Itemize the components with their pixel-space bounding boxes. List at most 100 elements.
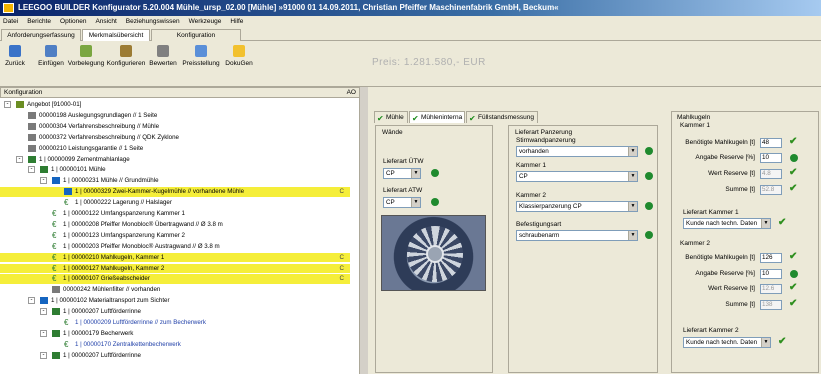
doc-icon [52, 286, 60, 294]
kammer2-panzerung-select[interactable]: Klassierpanzerung CP ▼ [516, 201, 638, 212]
tree-row[interactable]: - 1 | 00000099 Zementmahlanlage [0, 155, 350, 165]
menu-werkzeuge[interactable]: Werkzeuge [189, 16, 222, 28]
tab-muehle[interactable]: ✔ Mühle [374, 111, 408, 123]
euro-icon: € [52, 241, 57, 251]
tab-fuellstandsmessung[interactable]: ✔ Füllstandsmessung [466, 111, 538, 123]
menu-ansicht[interactable]: Ansicht [95, 16, 116, 28]
docgen-button[interactable]: DokuGen [216, 45, 262, 67]
status-icon [645, 172, 653, 180]
offer-icon [16, 101, 24, 108]
tree-row-label: 1 | 00000207 Luftförderrinne [63, 351, 141, 359]
euro-icon: € [52, 263, 57, 273]
lieferart-atw-select[interactable]: CP ▼ [383, 197, 421, 208]
collapse-toggle[interactable]: - [40, 308, 47, 316]
kammer1-panzerung-select[interactable]: CP ▼ [516, 171, 638, 182]
tree-row[interactable]: €1 | 00000209 Luftförderrinne // zum Bec… [0, 318, 350, 328]
check-icon: ✔ [789, 282, 798, 293]
tree-row[interactable]: €1 | 00000127 Mahlkugeln, Kammer 2 C [0, 263, 350, 273]
k2-reserve-input[interactable]: 10 [760, 269, 782, 279]
tree-row[interactable]: 00000242 Mühlenfilter // vorhanden [0, 285, 350, 295]
collapse-toggle[interactable]: - [28, 166, 35, 174]
kammer1-panzerung-label: Kammer 1 [516, 162, 546, 169]
tree-row-label: 1 | 00000207 Luftförderrinne [63, 308, 141, 316]
tree-row[interactable]: €1 | 00000107 Grießeabscheider C [0, 274, 350, 284]
euro-icon: € [64, 339, 69, 349]
toolbar: Zurück Einfügen Vorbelegung Konfiguriere… [0, 41, 821, 87]
lieferart-k2-select[interactable]: Kunde nach techn. Daten ▼ [683, 337, 771, 348]
menu-optionen[interactable]: Optionen [60, 16, 86, 28]
k1-reserve-input[interactable]: 10 [760, 153, 782, 163]
tree-row[interactable]: 1 | 00000329 Zwei-Kammer-Kugelmühle // v… [0, 187, 350, 197]
stirnwand-select[interactable]: vorhanden ▼ [516, 146, 638, 157]
k1-benoetigte-input[interactable]: 48 [760, 138, 782, 148]
tree-row[interactable]: €1 | 00000208 Pfeiffer Monobloc® Übertra… [0, 220, 350, 230]
title-bar: LEEGOO BUILDER Konfigurator 5.20.004 Müh… [0, 0, 821, 16]
befestigungsart-select[interactable]: schraubenarm ▼ [516, 230, 638, 241]
tree-row-label: 1 | 00000329 Zwei-Kammer-Kugelmühle // v… [75, 188, 245, 196]
tree-row[interactable]: - 1 | 00000101 Mühle [0, 165, 350, 175]
check-icon: ✔ [469, 114, 476, 123]
lieferart-k1-select[interactable]: Kunde nach techn. Daten ▼ [683, 218, 771, 229]
k2-wert-label: Wert Reserve [t] [708, 285, 755, 292]
check-icon: ✔ [412, 114, 419, 123]
collapse-toggle[interactable]: - [40, 351, 47, 359]
k2-summe-field: 138 [760, 300, 782, 310]
tree-row[interactable]: - Angebot [91000-01] [0, 100, 350, 110]
check-icon: ✔ [778, 336, 787, 347]
collapse-toggle[interactable]: - [4, 101, 11, 108]
tree-row[interactable]: 00000198 Auslegungsgrundlagen // 1 Seite [0, 111, 350, 121]
euro-icon: € [52, 230, 57, 240]
window-title: LEEGOO BUILDER Konfigurator 5.20.004 Müh… [18, 3, 559, 12]
lieferart-utw-select[interactable]: CP ▼ [383, 168, 421, 179]
k2-benoetigte-label: Benötigte Mahlkugeln [t] [685, 254, 755, 261]
tree-row[interactable]: €1 | 00000170 Zentralkettenbecherwerk [0, 340, 350, 350]
tree-row[interactable]: - 1 | 00000207 Luftförderrinne [0, 307, 350, 317]
configuration-tree[interactable]: - Angebot [91000-01] 00000198 Auslegungsgr… [0, 98, 360, 374]
tree-row[interactable]: €1 | 00000222 Lagerung // Halslager [0, 198, 350, 208]
tree-row[interactable]: €1 | 00000210 Mahlkugeln, Kammer 1 C [0, 252, 350, 263]
tree-row[interactable]: - 1 | 00000231 Mühle // Grundmühle [0, 176, 350, 186]
tree-row[interactable]: - 1 | 00000102 Materialtransport zum Sich… [0, 296, 350, 306]
chevron-down-icon: ▼ [761, 219, 770, 228]
tree-row[interactable]: 00000210 Leistungsgarantie // 1 Seite [0, 144, 350, 154]
k1-wert-field: 4.8 [760, 169, 782, 179]
stirnwand-label: Stirnwandpanzerung [516, 137, 576, 144]
tree-row[interactable]: - 1 | 00000179 Becherwerk [0, 329, 350, 339]
tree-row[interactable]: €1 | 00000122 Umfangspanzerung Kammer 1 [0, 209, 350, 219]
tree-row[interactable]: €1 | 00000123 Umfangspanzerung Kammer 2 [0, 231, 350, 241]
euro-icon: € [52, 252, 57, 262]
k2-benoetigte-input[interactable]: 126 [760, 253, 782, 263]
k2-reserve-label: Angabe Reserve [%] [695, 270, 755, 277]
status-icon [790, 270, 798, 278]
collapse-toggle[interactable]: - [16, 155, 23, 163]
mahlkugeln-title: Mahlkugeln [677, 114, 711, 121]
tree-row-label: 1 | 00000099 Zementmahlanlage [39, 155, 130, 163]
collapse-toggle[interactable]: - [40, 329, 47, 337]
doc-icon [28, 144, 36, 152]
tree-row[interactable]: - 1 | 00000207 Luftförderrinne [0, 351, 350, 361]
panzerung-title: Lieferart Panzerung [515, 129, 573, 136]
chevron-down-icon: ▼ [628, 172, 637, 181]
collapse-toggle[interactable]: - [40, 177, 47, 185]
menu-beziehungswissen[interactable]: Beziehungswissen [126, 16, 180, 28]
tree-row[interactable]: 00000304 Verfahrensbeschreibung // Mühle [0, 122, 350, 132]
collapse-toggle[interactable]: - [28, 297, 35, 305]
menu-hilfe[interactable]: Hilfe [230, 16, 243, 28]
status-icon [645, 202, 653, 210]
mahlkugeln-panel: Mahlkugeln Kammer 1 Benötigte Mahlkugeln… [671, 111, 819, 373]
tree-row-tag: C [339, 253, 344, 261]
price-display: Preis: 1.281.580,- EUR [372, 57, 486, 68]
menu-berichte[interactable]: Berichte [27, 16, 51, 28]
tree-header-ao[interactable]: AO [347, 88, 356, 97]
mill-icon [40, 297, 48, 305]
tree-row-label: 1 | 00000231 Mühle // Grundmühle [63, 177, 159, 185]
tab-anforderungserfassung[interactable]: Anforderungserfassung [1, 29, 81, 41]
tree-row[interactable]: €1 | 00000203 Pfeiffer Monobloc® Austrag… [0, 242, 350, 252]
tree-row-label: 00000242 Mühlenfilter // vorhanden [63, 286, 161, 294]
tree-row[interactable]: 00000372 Verfahrensbeschreibung // QDK Z… [0, 133, 350, 143]
tab-konfiguration[interactable]: Konfiguration [151, 29, 241, 41]
preset-icon [80, 45, 92, 57]
menu-datei[interactable]: Datei [3, 16, 18, 28]
tab-muehleninterna[interactable]: ✔ Mühleninterna [409, 111, 465, 123]
tree-row-tag: C [339, 264, 344, 272]
